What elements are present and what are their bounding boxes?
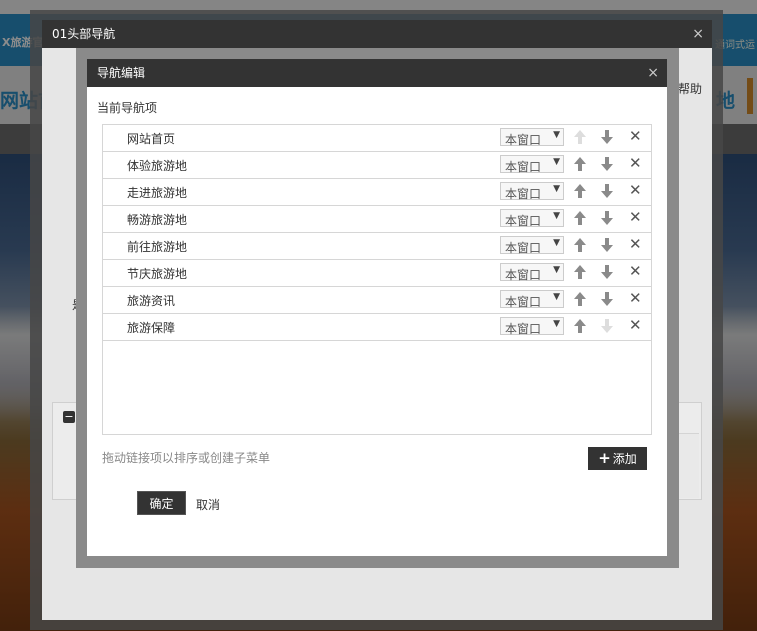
outer-close-icon[interactable]: × [692,20,704,48]
arrow-up-icon[interactable] [573,237,587,253]
collapse-icon[interactable]: − [63,411,75,423]
target-window-value: 本窗口 [505,214,542,228]
arrow-down-icon[interactable] [600,210,614,226]
target-window-select[interactable]: 本窗口 ▼ [500,290,564,309]
close-icon[interactable]: ✕ [629,127,642,145]
nav-item-row[interactable]: 前往旅游地 本窗口 ▼ ✕ [103,233,651,260]
add-item-button[interactable]: + 添加 [588,447,647,470]
outer-dialog-title: 01头部导航 [52,27,116,41]
arrow-down-icon [600,318,614,334]
target-window-select[interactable]: 本窗口 ▼ [500,236,564,255]
nav-edit-titlebar[interactable]: 导航编辑 × [87,59,667,87]
plus-icon: + [598,449,611,467]
target-window-value: 本窗口 [505,322,542,336]
target-window-value: 本窗口 [505,160,542,174]
close-icon[interactable]: ✕ [629,181,642,199]
target-window-select[interactable]: 本窗口 ▼ [500,317,564,336]
close-icon[interactable]: ✕ [629,316,642,334]
nav-item-row[interactable]: 网站首页 本窗口 ▼ ✕ [103,125,651,152]
nav-item-row[interactable]: 旅游保障 本窗口 ▼ ✕ [103,314,651,341]
add-item-label: 添加 [612,452,637,466]
arrow-up-icon[interactable] [573,318,587,334]
caret-down-icon: ▼ [553,238,560,248]
nav-item-name: 体验旅游地 [127,159,188,173]
nav-item-name: 旅游资讯 [127,294,176,308]
nav-item-name: 畅游旅游地 [127,213,188,227]
target-window-value: 本窗口 [505,133,542,147]
nav-item-row[interactable]: 旅游资讯 本窗口 ▼ ✕ [103,287,651,314]
close-icon[interactable]: ✕ [629,262,642,280]
outer-dialog-titlebar[interactable]: 01头部导航 × [42,20,712,48]
nav-edit-dialog: 导航编辑 × 当前导航项 网站首页 本窗口 ▼ ✕ 体验旅游地 本窗口 ▼ ✕ 走进旅游地 本窗口… [87,59,667,556]
nav-item-name: 旅游保障 [127,321,176,335]
nav-item-name: 节庆旅游地 [127,267,188,281]
target-window-select[interactable]: 本窗口 ▼ [500,209,564,228]
arrow-down-icon[interactable] [600,183,614,199]
current-items-label: 当前导航项 [97,101,158,115]
caret-down-icon: ▼ [553,130,560,140]
arrow-up-icon[interactable] [573,291,587,307]
nav-edit-close-icon[interactable]: × [647,59,659,87]
arrow-up-icon[interactable] [573,210,587,226]
cancel-button[interactable]: 取消 [196,496,220,513]
arrow-down-icon[interactable] [600,264,614,280]
nav-item-row[interactable]: 走进旅游地 本窗口 ▼ ✕ [103,179,651,206]
target-window-select[interactable]: 本窗口 ▼ [500,128,564,147]
nav-item-list: 网站首页 本窗口 ▼ ✕ 体验旅游地 本窗口 ▼ ✕ 走进旅游地 本窗口 ▼ ✕ 畅游旅游地 本窗口 ▼ ✕ 前… [102,124,652,435]
arrow-up-icon [573,129,587,145]
arrow-up-icon[interactable] [573,264,587,280]
arrow-down-icon[interactable] [600,129,614,145]
arrow-up-icon[interactable] [573,183,587,199]
nav-item-name: 网站首页 [127,132,176,146]
nav-item-row[interactable]: 畅游旅游地 本窗口 ▼ ✕ [103,206,651,233]
close-icon[interactable]: ✕ [629,208,642,226]
caret-down-icon: ▼ [553,265,560,275]
caret-down-icon: ▼ [553,319,560,329]
target-window-select[interactable]: 本窗口 ▼ [500,263,564,282]
close-icon[interactable]: ✕ [629,154,642,172]
target-window-value: 本窗口 [505,241,542,255]
close-icon[interactable]: ✕ [629,235,642,253]
caret-down-icon: ▼ [553,211,560,221]
nav-item-name: 走进旅游地 [127,186,188,200]
arrow-down-icon[interactable] [600,237,614,253]
nav-item-row[interactable]: 节庆旅游地 本窗口 ▼ ✕ [103,260,651,287]
target-window-select[interactable]: 本窗口 ▼ [500,155,564,174]
target-window-value: 本窗口 [505,268,542,282]
target-window-select[interactable]: 本窗口 ▼ [500,182,564,201]
target-window-value: 本窗口 [505,187,542,201]
arrow-down-icon[interactable] [600,156,614,172]
arrow-up-icon[interactable] [573,156,587,172]
nav-item-row[interactable]: 体验旅游地 本窗口 ▼ ✕ [103,152,651,179]
arrow-down-icon[interactable] [600,291,614,307]
caret-down-icon: ▼ [553,184,560,194]
nav-edit-title: 导航编辑 [97,66,146,80]
confirm-button[interactable]: 确定 [137,491,186,515]
nav-item-name: 前往旅游地 [127,240,188,254]
drag-hint: 拖动链接项以排序或创建子菜单 [102,451,271,465]
caret-down-icon: ▼ [553,157,560,167]
close-icon[interactable]: ✕ [629,289,642,307]
caret-down-icon: ▼ [553,292,560,302]
target-window-value: 本窗口 [505,295,542,309]
